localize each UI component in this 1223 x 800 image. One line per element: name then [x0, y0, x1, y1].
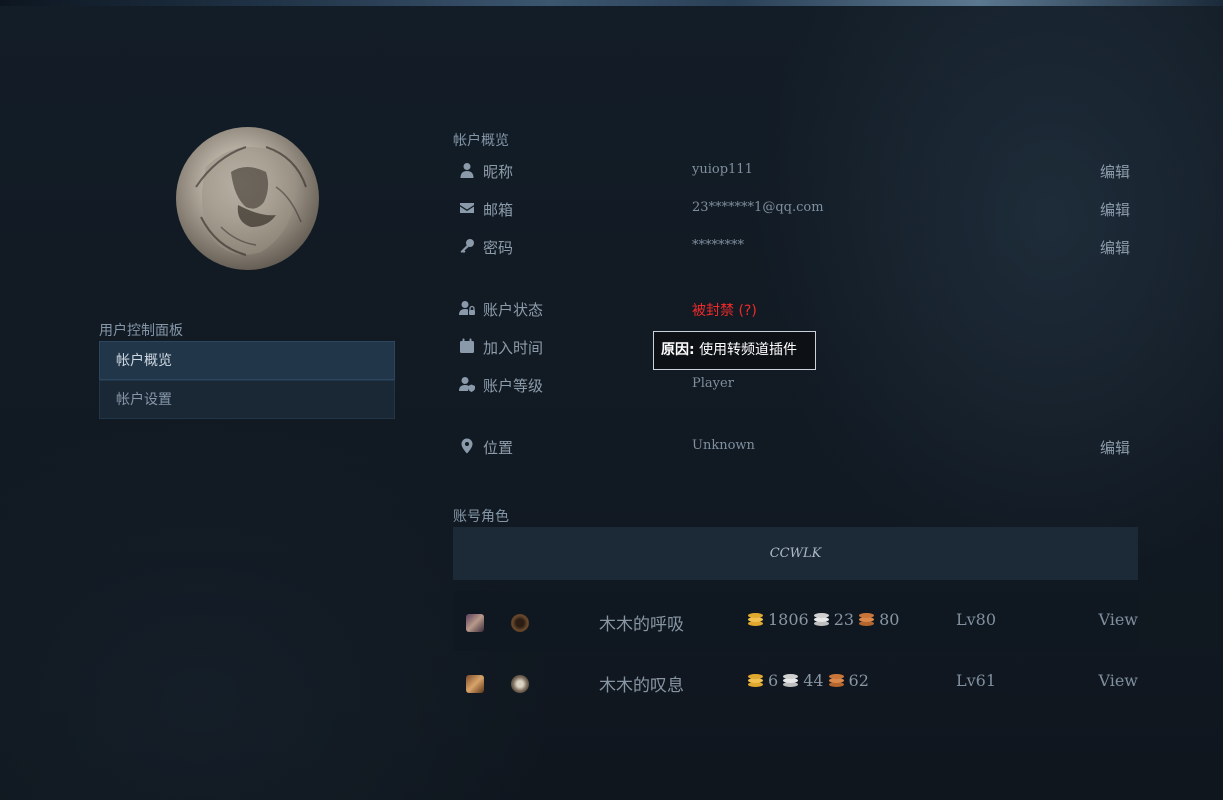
ban-reason-label: 原因: [661, 342, 695, 358]
character-level: Lv61 [956, 671, 997, 690]
calendar-icon [459, 338, 475, 354]
key-icon [459, 238, 475, 254]
location-row: 位置 Unknown 编辑 [453, 435, 1138, 459]
password-value: ******** [692, 238, 744, 253]
location-label: 位置 [483, 439, 514, 457]
character-money: 1806 23 80 [747, 610, 903, 629]
sidebar-item-account-settings[interactable]: 帐户设置 [99, 380, 395, 419]
location-value: Unknown [692, 438, 755, 453]
user-icon [459, 162, 475, 178]
edit-password-button[interactable]: 编辑 [1100, 237, 1130, 258]
gold-amount: 6 [768, 671, 779, 690]
account-overview-title: 帐户概览 [453, 133, 509, 149]
header-banner-strip [0, 0, 1223, 6]
nickname-row: 昵称 yuiop111 编辑 [453, 159, 1138, 183]
account-level-label: 账户等级 [483, 377, 544, 395]
view-character-button[interactable]: View [1098, 610, 1138, 629]
tauren-race-icon [466, 675, 484, 693]
account-status-value[interactable]: 被封禁 (?) [692, 300, 757, 320]
map-marker-icon [459, 438, 475, 454]
realm-header: CCWLK [453, 527, 1138, 580]
envelope-icon [459, 200, 475, 216]
copper-coin-icon [858, 612, 876, 627]
join-date-label: 加入时间 [483, 339, 544, 357]
warrior-class-icon [511, 675, 529, 693]
avatar[interactable] [176, 127, 319, 270]
gold-coin-icon [747, 612, 765, 627]
user-lock-icon [459, 300, 475, 316]
copper-amount: 80 [879, 610, 900, 629]
sidebar-item-account-overview[interactable]: 帐户概览 [99, 341, 395, 380]
silver-amount: 44 [803, 671, 824, 690]
copper-amount: 62 [848, 671, 869, 690]
user-shield-icon [459, 376, 475, 392]
silver-amount: 23 [833, 610, 855, 629]
undead-race-icon [466, 614, 484, 632]
account-level-value: Player [692, 376, 734, 391]
email-label: 邮箱 [483, 201, 514, 219]
copper-coin-icon [828, 673, 846, 688]
character-name: 木木的呼吸 [599, 615, 684, 635]
account-status-label: 账户状态 [483, 301, 544, 319]
gold-coin-icon [747, 673, 765, 688]
gold-amount: 1806 [768, 610, 809, 629]
silver-coin-icon [813, 612, 831, 627]
character-money: 6 44 62 [747, 671, 873, 690]
rogue-class-icon [511, 614, 529, 632]
edit-nickname-button[interactable]: 编辑 [1100, 161, 1130, 182]
nickname-label: 昵称 [483, 163, 514, 181]
edit-email-button[interactable]: 编辑 [1100, 199, 1130, 220]
character-row[interactable]: 木木的呼吸 1806 23 80 Lv80 View [453, 591, 1138, 651]
silver-coin-icon [782, 673, 800, 688]
password-label: 密码 [483, 239, 514, 257]
email-value: 23*******1@qq.com [692, 200, 824, 215]
ban-reason-text: 使用转频道插件 [699, 342, 798, 358]
email-row: 邮箱 23*******1@qq.com 编辑 [453, 197, 1138, 221]
password-row: 密码 ******** 编辑 [453, 235, 1138, 259]
account-level-row: 账户等级 Player [453, 373, 1138, 397]
characters-title: 账号角色 [453, 509, 509, 525]
control-panel-title: 用户控制面板 [99, 323, 183, 339]
sidebar-nav: 帐户概览 帐户设置 [99, 341, 395, 419]
character-name: 木木的叹息 [599, 676, 684, 696]
ban-reason-tooltip: 原因: 使用转频道插件 [653, 331, 816, 370]
nickname-value: yuiop111 [692, 162, 753, 177]
character-row[interactable]: 木木的叹息 6 44 62 Lv61 View [453, 652, 1138, 712]
edit-location-button[interactable]: 编辑 [1100, 437, 1130, 458]
character-level: Lv80 [956, 610, 997, 629]
account-status-row: 账户状态 被封禁 (?) [453, 297, 1138, 321]
view-character-button[interactable]: View [1098, 671, 1138, 690]
